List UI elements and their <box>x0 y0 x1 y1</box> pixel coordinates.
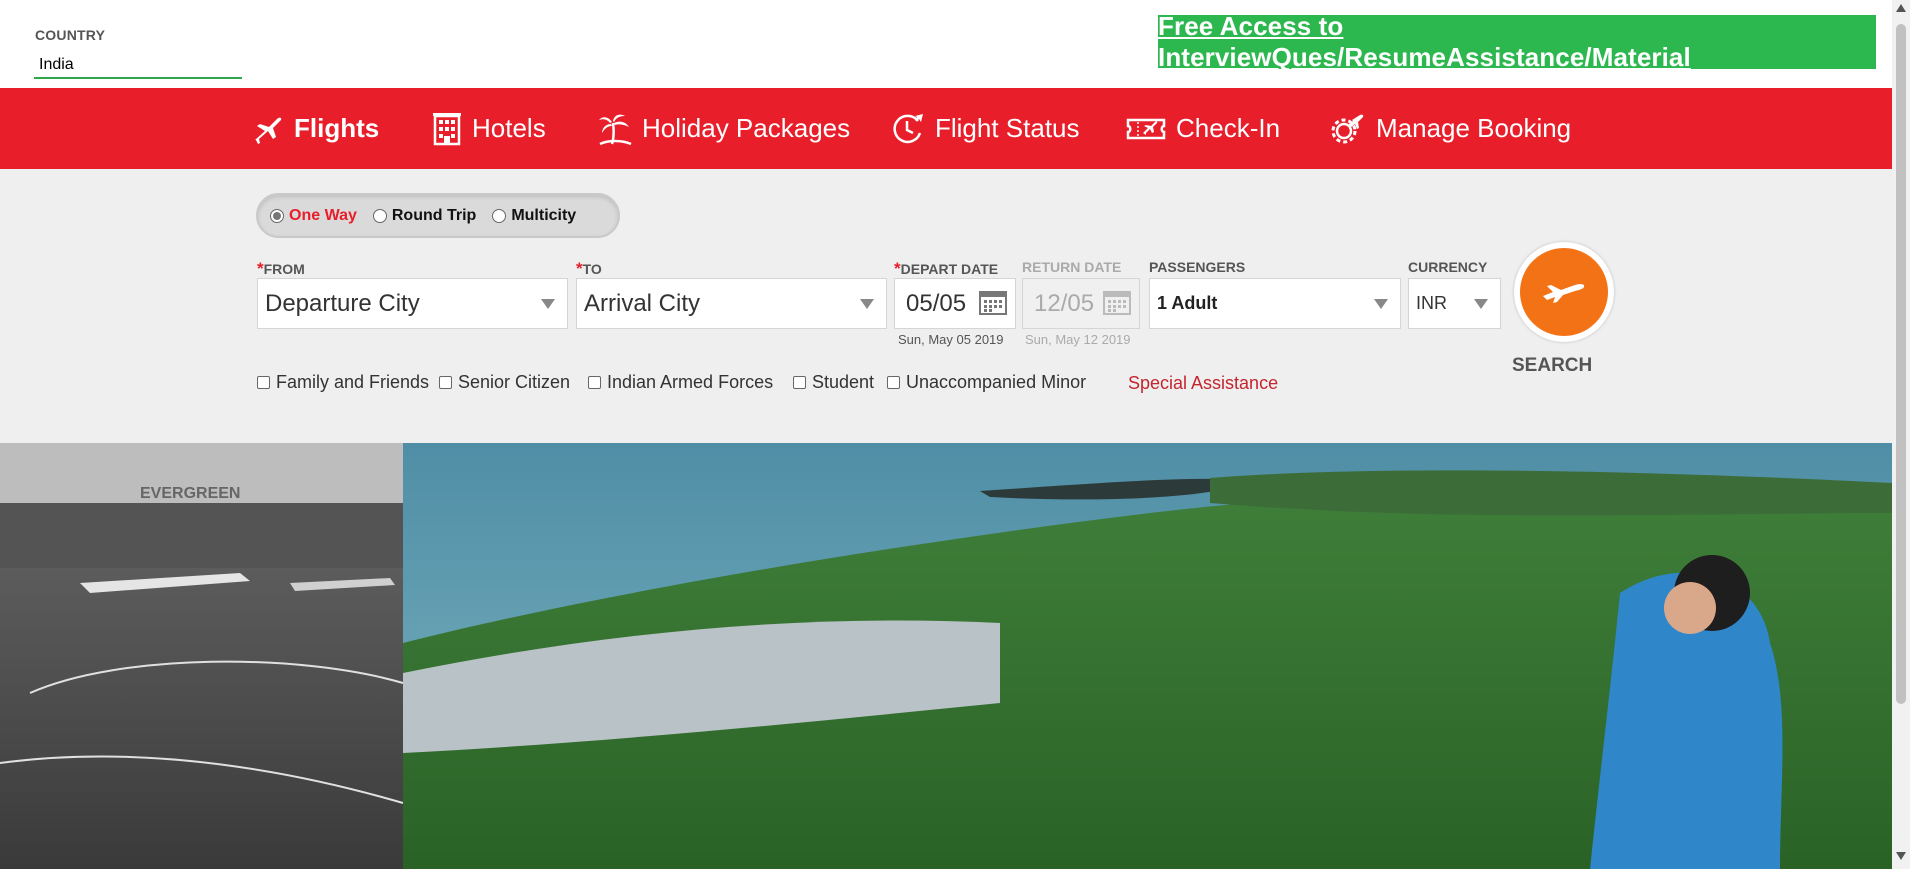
depart-date-sub: Sun, May 05 2019 <box>898 332 1004 347</box>
calendar-icon <box>1103 291 1131 315</box>
special-assistance-link[interactable]: Special Assistance <box>1128 373 1278 394</box>
scroll-thumb[interactable] <box>1896 24 1906 704</box>
passengers-select[interactable]: 1 Adult <box>1149 278 1401 329</box>
chevron-down-icon <box>1374 299 1388 309</box>
trip-one-way-label: One Way <box>289 206 357 224</box>
currency-label: CURRENCY <box>1408 259 1488 275</box>
trip-round-trip-label: Round Trip <box>391 206 477 224</box>
to-label: *TO <box>576 259 602 278</box>
nav-check-in[interactable]: Check-In <box>1126 88 1280 169</box>
trip-type-toggle: One Way Round Trip Multicity <box>256 193 620 238</box>
promo-link[interactable]: Free Access to InterviewQues/ResumeAssis… <box>1158 11 1876 72</box>
trip-multicity[interactable]: Multicity <box>492 207 576 225</box>
gear-plane-icon <box>1331 114 1364 143</box>
passengers-label: PASSENGERS <box>1149 259 1246 275</box>
radio-multicity[interactable] <box>492 208 507 223</box>
trip-multicity-label: Multicity <box>511 206 577 224</box>
top-bar: COUNTRY Free Access to InterviewQues/Res… <box>0 0 1892 88</box>
nav-hotels[interactable]: Hotels <box>432 88 546 169</box>
building-icon <box>433 112 461 145</box>
trip-one-way[interactable]: One Way <box>270 207 357 225</box>
country-label: COUNTRY <box>35 27 106 43</box>
check-unaccompanied-minor[interactable]: Unaccompanied Minor <box>887 372 1086 393</box>
nav-hotels-label: Hotels <box>472 113 546 143</box>
currency-value: INR <box>1416 293 1447 313</box>
return-date-label: RETURN DATE <box>1022 259 1122 275</box>
nav-holiday-packages-label: Holiday Packages <box>642 113 851 143</box>
from-select[interactable]: Departure City <box>257 278 568 329</box>
passengers-value: 1 Adult <box>1157 293 1218 313</box>
nav-flight-status[interactable]: Flight Status <box>891 88 1080 169</box>
from-label: *FROM <box>257 259 305 278</box>
search-label: SEARCH <box>1512 355 1593 376</box>
return-date-value: 12/05 <box>1034 289 1095 317</box>
nav-manage-booking[interactable]: Manage Booking <box>1330 88 1571 169</box>
main-nav: Flights Hotels Holiday Packages Flight S… <box>0 88 1892 169</box>
nav-flights[interactable]: Flights <box>252 88 379 169</box>
nav-check-in-label: Check-In <box>1176 113 1281 143</box>
ticket-icon <box>1126 118 1166 139</box>
plane-icon <box>1543 283 1585 303</box>
depart-date-label: *DEPART DATE <box>894 259 999 278</box>
hero-banner: EVERGREEN <box>0 443 1892 869</box>
check-student[interactable]: Student <box>793 372 874 393</box>
currency-select[interactable]: INR <box>1408 278 1501 329</box>
chevron-down-icon <box>860 299 874 309</box>
svg-text:EVERGREEN: EVERGREEN <box>140 485 240 502</box>
to-select[interactable]: Arrival City <box>576 278 887 329</box>
radio-round-trip[interactable] <box>372 208 387 223</box>
depart-date-input[interactable]: 05/05 <box>894 278 1016 329</box>
return-date-input[interactable]: 12/05 <box>1022 278 1140 329</box>
trip-round-trip[interactable]: Round Trip <box>372 206 477 225</box>
plane-icon <box>255 117 282 144</box>
check-family-friends[interactable]: Family and Friends <box>257 372 429 393</box>
palm-tree-icon <box>599 114 632 145</box>
chevron-down-icon <box>1474 299 1488 309</box>
country-input[interactable] <box>34 53 242 79</box>
scrollbar[interactable] <box>1892 0 1910 869</box>
clock-plane-icon <box>893 113 923 143</box>
check-senior-citizen[interactable]: Senior Citizen <box>439 372 570 393</box>
nav-flights-label: Flights <box>294 113 380 143</box>
nav-manage-booking-label: Manage Booking <box>1376 113 1572 143</box>
search-button[interactable] <box>1514 242 1614 342</box>
scroll-down-arrow-icon[interactable] <box>1896 852 1906 860</box>
from-value: Departure City <box>265 289 420 317</box>
return-date-sub: Sun, May 12 2019 <box>1025 332 1131 347</box>
depart-date-value: 05/05 <box>906 289 967 317</box>
chevron-down-icon <box>541 299 555 309</box>
radio-one-way[interactable] <box>270 208 284 223</box>
nav-holiday-packages[interactable]: Holiday Packages <box>598 88 850 169</box>
check-armed-forces[interactable]: Indian Armed Forces <box>588 372 773 393</box>
scroll-up-arrow-icon[interactable] <box>1896 4 1906 12</box>
to-value: Arrival City <box>584 289 701 317</box>
hero-image: EVERGREEN <box>0 443 1892 869</box>
calendar-icon[interactable] <box>979 289 1007 315</box>
nav-flight-status-label: Flight Status <box>935 113 1080 143</box>
